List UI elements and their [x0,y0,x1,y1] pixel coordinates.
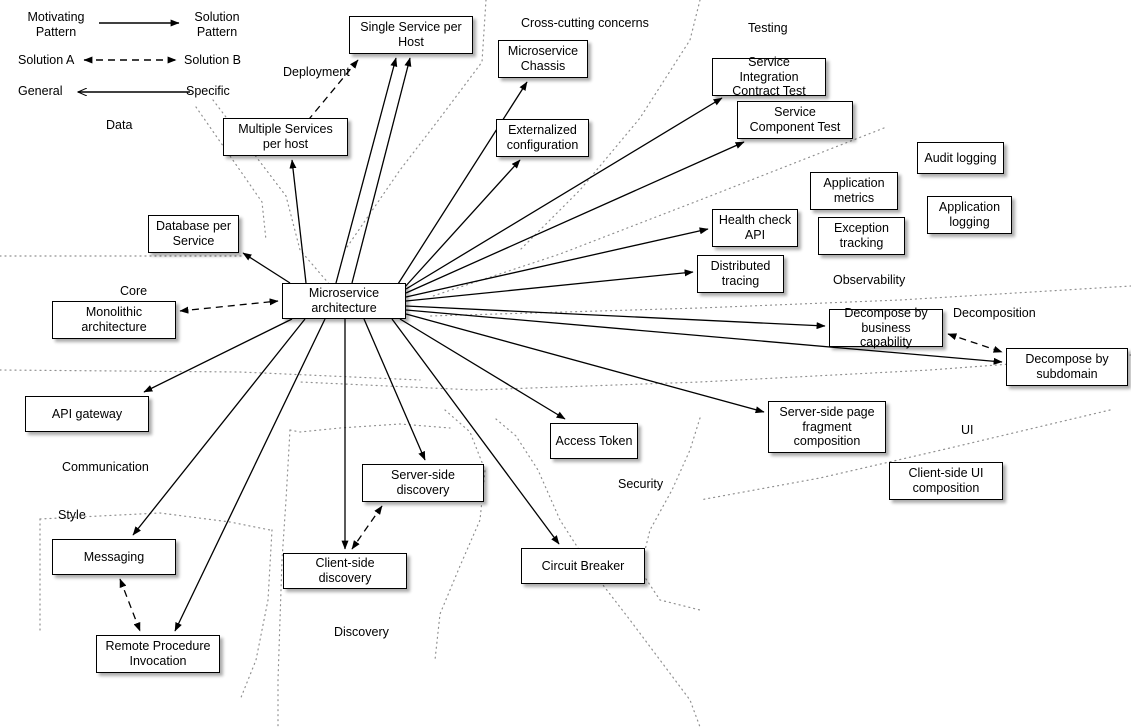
legend-arrows [78,19,190,92]
node-application-metrics[interactable]: Application metrics [810,172,898,210]
node-exception-tracking[interactable]: Exception tracking [818,217,905,255]
legend-motivating-pattern: Motivating Pattern [27,10,85,39]
diagram-canvas: Motivating Pattern Solution Pattern Solu… [0,0,1131,727]
legend-solution-pattern: Solution Pattern [194,10,240,39]
region-label-deployment: Deployment [283,65,350,79]
node-single-service-per-host[interactable]: Single Service per Host [349,16,473,54]
node-access-token[interactable]: Access Token [550,423,638,459]
node-service-integration-contract-test[interactable]: Service Integration Contract Test [712,55,826,98]
node-health-check-api[interactable]: Health check API [712,209,798,247]
node-client-side-ui-composition[interactable]: Client-side UI composition [889,462,1003,500]
region-label-data: Data [106,118,133,132]
node-multiple-services-per-host[interactable]: Multiple Services per host [223,118,348,156]
region-label-decomposition: Decomposition [953,306,1036,320]
region-label-communication: Communication [62,460,149,474]
node-remote-procedure-invocation[interactable]: Remote Procedure Invocation [96,635,220,673]
legend-solution-b: Solution B [184,53,241,67]
region-label-core: Core [120,284,148,298]
edges-layer [0,0,1131,727]
region-label-ui: UI [961,423,974,437]
node-circuit-breaker[interactable]: Circuit Breaker [521,548,645,584]
node-distributed-tracing[interactable]: Distributed tracing [697,255,784,293]
legend-general: General [18,84,63,98]
region-boundaries [0,0,1131,727]
region-label-observability: Observability [833,273,906,287]
node-microservice-chassis[interactable]: Microservice Chassis [498,40,588,78]
node-decompose-by-business-capability[interactable]: Decompose by business capability [829,306,943,349]
node-database-per-service[interactable]: Database per Service [148,215,239,253]
node-service-component-test[interactable]: Service Component Test [737,101,853,139]
node-client-side-discovery[interactable]: Client-side discovery [283,553,407,589]
region-label-security: Security [618,477,664,491]
node-audit-logging[interactable]: Audit logging [917,142,1004,174]
legend-solution-a: Solution A [18,53,75,67]
node-server-side-discovery[interactable]: Server-side discovery [362,464,484,502]
region-label-cross-cutting: Cross-cutting concerns [521,16,649,30]
node-application-logging[interactable]: Application logging [927,196,1012,234]
node-messaging[interactable]: Messaging [52,539,176,575]
region-label-style: Style [58,508,86,522]
node-monolithic-architecture[interactable]: Monolithic architecture [52,301,176,339]
legend-specific: Specific [186,84,230,98]
node-server-side-page-fragment-composition[interactable]: Server-side page fragment composition [768,401,886,453]
region-label-discovery: Discovery [334,625,389,639]
node-api-gateway[interactable]: API gateway [25,396,149,432]
region-label-testing: Testing [748,21,788,35]
node-externalized-configuration[interactable]: Externalized configuration [496,119,589,157]
node-decompose-by-subdomain[interactable]: Decompose by subdomain [1006,348,1128,386]
node-microservice-architecture[interactable]: Microservice architecture [282,283,406,319]
